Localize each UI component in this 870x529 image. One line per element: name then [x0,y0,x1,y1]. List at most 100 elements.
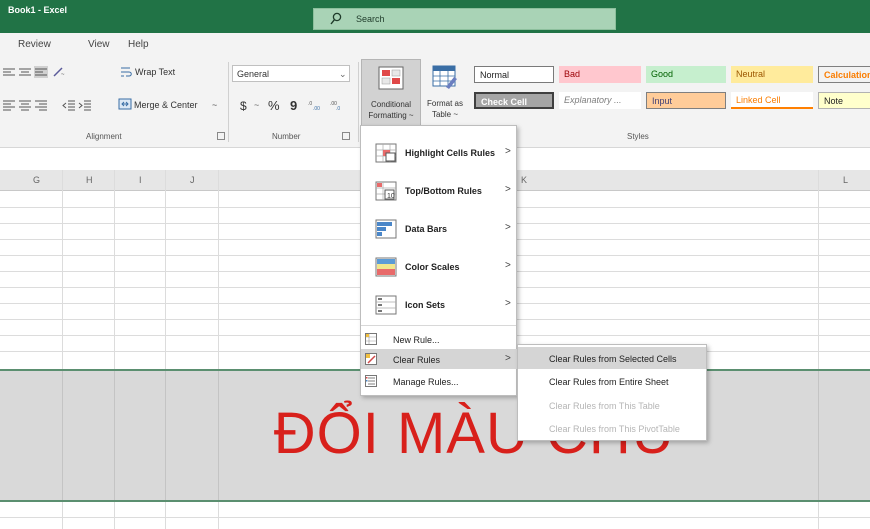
clear-rules-submenu: Clear Rules from Selected Cells Clear Ru… [517,344,707,441]
tab-review[interactable]: Review [18,39,51,50]
style-input[interactable]: Input [646,92,726,109]
comma-style-button[interactable]: 9 [290,98,297,113]
currency-button[interactable]: $ [240,99,247,113]
column-header-l[interactable]: L [843,175,848,185]
orientation-icon[interactable]: ~ [52,66,66,78]
style-note[interactable]: Note [818,92,870,109]
chevron-right-icon: > [505,260,511,271]
search-box[interactable]: Search [313,8,616,30]
format-as-table-button[interactable]: Format as Table ~ [423,59,467,127]
ribbon-separator [228,62,229,142]
column-header-j[interactable]: J [190,175,195,185]
menu-item-clear-rules[interactable]: Clear Rules > [361,349,518,369]
cell-text: ĐỔI MÀU CHỮ [273,401,683,466]
clear-selected-cells-item[interactable]: Clear Rules from Selected Cells [518,347,706,369]
align-bottom-icon[interactable] [34,66,48,78]
window-title: Book1 - Excel [8,5,68,15]
number-format-select[interactable]: General ⌄ [232,65,350,82]
column-header-i[interactable]: I [139,175,142,185]
style-bad[interactable]: Bad [559,66,641,83]
increase-decimal-icon[interactable]: .0.00 [308,99,322,111]
menu-label: Color Scales [405,262,460,272]
new-rule-icon [365,333,377,345]
conditional-formatting-label-2: Formatting ~ [368,111,414,120]
svg-text:.00: .00 [313,106,320,111]
number-launcher-icon[interactable] [342,132,350,140]
chevron-right-icon: > [505,298,511,309]
svg-text:~: ~ [61,72,65,78]
style-neutral[interactable]: Neutral [731,66,813,83]
title-bar: Book1 - Excel Search [0,0,870,33]
search-label: Search [356,14,385,24]
wrap-text-icon[interactable] [120,66,134,78]
ribbon-separator [358,62,359,142]
style-linked-cell[interactable]: Linked Cell [731,92,813,109]
column-header-g[interactable]: G [33,175,40,185]
align-center-icon[interactable] [18,99,32,111]
menu-label: Data Bars [405,224,448,234]
chevron-right-icon: > [505,222,511,233]
manage-rules-icon [365,375,377,387]
column-header-k[interactable]: K [521,175,527,185]
format-as-table-label-1: Format as [426,99,463,108]
number-group-label: Number [272,132,301,141]
align-middle-icon[interactable] [18,67,32,79]
svg-text:.0: .0 [308,101,312,107]
menu-label: Icon Sets [405,300,446,310]
clear-entire-sheet-item[interactable]: Clear Rules from Entire Sheet [518,370,706,392]
chevron-down-icon: ⌄ [339,69,347,79]
conditional-formatting-menu: Highlight Cells Rules > 10 Top/Bottom Ru… [360,125,518,396]
menu-bar: Review View Help [0,33,870,56]
chevron-right-icon: > [505,184,511,195]
conditional-formatting-button[interactable]: Conditional Formatting ~ [361,59,421,127]
decrease-indent-icon[interactable] [62,99,76,111]
increase-indent-icon[interactable] [78,99,92,111]
clear-this-table-item: Clear Rules from This Table [549,401,660,411]
merge-center-label[interactable]: Merge & Center [134,100,198,110]
chevron-right-icon: > [505,353,511,364]
conditional-formatting-icon [378,66,404,90]
merge-center-icon[interactable] [118,98,132,110]
menu-item-data-bars[interactable]: Data Bars > [361,210,518,248]
styles-group-label: Styles [627,132,649,141]
menu-item-new-rule[interactable]: New Rule... [361,329,518,349]
style-check-cell[interactable]: Check Cell [474,92,554,109]
svg-text:.0: .0 [336,106,340,111]
clear-this-pivottable-item: Clear Rules from This PivotTable [549,424,680,434]
menu-label: Manage Rules... [393,377,459,387]
search-icon [330,12,342,25]
menu-item-icon-sets[interactable]: Icon Sets > [361,286,518,324]
decrease-decimal-icon[interactable]: .00.0 [330,99,344,111]
currency-dropdown-icon[interactable]: ~ [254,100,259,110]
format-as-table-icon [432,65,457,89]
column-header-h[interactable]: H [86,175,93,185]
chevron-right-icon: > [505,146,511,157]
align-top-icon[interactable] [2,67,16,79]
menu-label: Clear Rules [393,355,441,365]
conditional-formatting-label-1: Conditional [370,100,412,109]
align-left-icon[interactable] [2,99,16,111]
tab-view[interactable]: View [88,39,110,50]
percent-button[interactable]: % [268,98,280,113]
style-good[interactable]: Good [646,66,726,83]
style-normal[interactable]: Normal [474,66,554,83]
menu-label: Highlight Cells Rules [405,148,496,158]
merge-dropdown-icon[interactable]: ~ [212,100,217,110]
tab-help[interactable]: Help [128,39,149,50]
alignment-launcher-icon[interactable] [217,132,225,140]
menu-item-highlight-cells-rules[interactable]: Highlight Cells Rules > [361,134,518,172]
icon-sets-icon [375,295,397,315]
top-bottom-icon: 10 [375,181,397,201]
style-calculation[interactable]: Calculation [818,66,870,83]
style-explanatory[interactable]: Explanatory ... [559,92,641,109]
menu-item-manage-rules[interactable]: Manage Rules... [361,371,518,391]
menu-item-top-bottom-rules[interactable]: 10 Top/Bottom Rules > [361,172,518,210]
svg-text:10: 10 [387,193,395,200]
menu-label: Top/Bottom Rules [405,186,482,196]
menu-item-color-scales[interactable]: Color Scales > [361,248,518,286]
highlight-cells-icon [375,143,397,163]
wrap-text-label[interactable]: Wrap Text [135,67,175,77]
clear-rules-icon [365,353,377,365]
number-format-value: General [237,69,270,79]
align-right-icon[interactable] [34,99,48,111]
